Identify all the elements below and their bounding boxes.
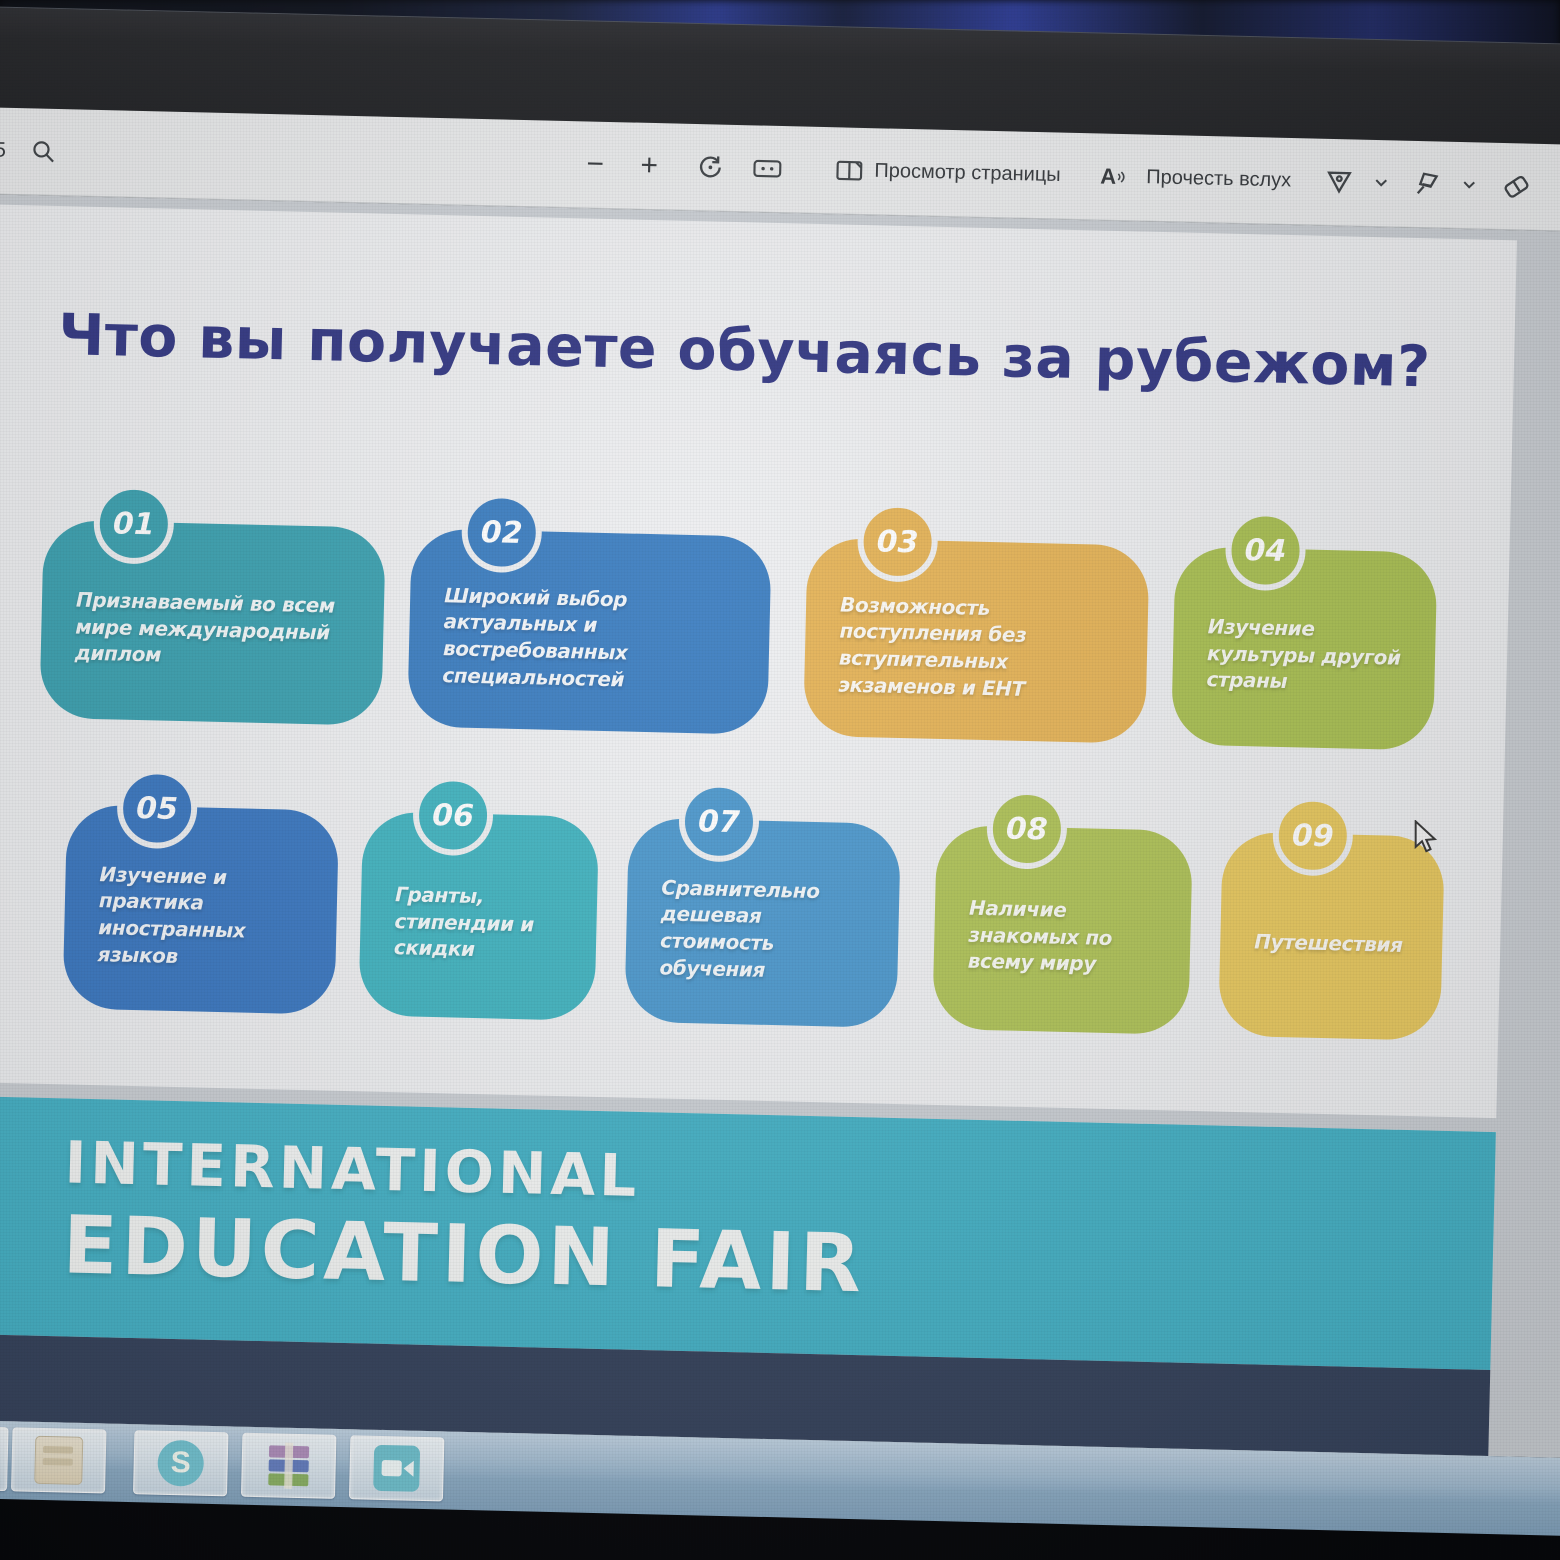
zoom-out-button[interactable]: − <box>586 149 604 179</box>
card-number-badge: 02 <box>461 492 543 574</box>
pdf-content-area: Что вы получаете обучаясь за рубежом? 01… <box>0 194 1560 1460</box>
taskbar-button-skype[interactable]: S <box>133 1430 228 1496</box>
card-text: Возможность поступления без вступительны… <box>804 577 1149 705</box>
rotate-icon[interactable] <box>696 153 725 182</box>
card-number-badge: 06 <box>412 775 494 857</box>
benefits-row-1: 01Признаваемый во всем мире международны… <box>0 478 1510 752</box>
card-text: Изучение культуры другой страны <box>1172 599 1436 699</box>
card-text: Путешествия <box>1220 913 1431 959</box>
highlighter-icon[interactable] <box>1412 169 1443 200</box>
card-number-badge: 05 <box>116 768 198 850</box>
card-number-badge: 04 <box>1225 510 1307 592</box>
page-view-icon[interactable] <box>834 157 865 184</box>
page-indicator[interactable]: 15 <box>0 138 6 163</box>
benefit-card-07: 07Сравнительно дешевая стоимость обучени… <box>624 818 901 1028</box>
card-text: Гранты, стипендии и скидки <box>360 866 598 965</box>
camera-icon <box>373 1445 420 1492</box>
card-number-badge: 09 <box>1272 795 1354 877</box>
benefit-card-08: 08Наличие знакомых по всему миру <box>932 825 1193 1035</box>
benefit-card-06: 06Гранты, стипендии и скидки <box>358 811 599 1021</box>
chevron-down-icon[interactable] <box>1462 180 1476 190</box>
taskbar-button-chrome[interactable] <box>0 1425 9 1491</box>
page-view-label[interactable]: Просмотр страницы <box>874 160 1061 187</box>
zoom-in-button[interactable]: + <box>640 151 658 181</box>
winrar-icon <box>265 1442 312 1489</box>
card-number-badge: 03 <box>857 501 939 583</box>
benefit-card-03: 03Возможность поступления без вступитель… <box>803 538 1150 744</box>
fit-to-width-icon[interactable] <box>752 155 783 182</box>
benefit-card-04: 04Изучение культуры другой страны <box>1171 546 1438 750</box>
card-text: Признаваемый во всем мире международный … <box>40 572 384 674</box>
toolbar-separator <box>810 155 812 185</box>
card-text: Наличие знакомых по всему миру <box>933 880 1191 980</box>
read-aloud-label[interactable]: Прочесть вслух <box>1146 166 1291 192</box>
file-manager-icon <box>34 1436 83 1485</box>
benefit-card-01: 01Признаваемый во всем мире международны… <box>39 520 386 726</box>
read-aloud-icon[interactable]: A <box>1100 164 1126 191</box>
photo-frame: 15 − + <box>0 0 1560 1560</box>
search-icon[interactable] <box>30 138 57 165</box>
benefits-row-2: 05Изучение и практика иностранных языков… <box>0 762 1504 1042</box>
event-banner: INTERNATIONAL EDUCATION FAIR <box>0 1096 1496 1370</box>
pdf-page-banner: INTERNATIONAL EDUCATION FAIR <box>0 1096 1496 1456</box>
eraser-icon[interactable] <box>1500 171 1533 202</box>
mouse-cursor <box>1412 820 1442 858</box>
benefit-card-05: 05Изучение и практика иностранных языков <box>62 804 339 1014</box>
card-number-badge: 08 <box>986 788 1068 870</box>
card-number-badge: 01 <box>93 483 175 565</box>
chevron-down-icon[interactable] <box>1374 178 1388 188</box>
benefit-card-09: 09Путешествия <box>1218 832 1445 1041</box>
taskbar-button-winrar[interactable] <box>241 1433 336 1499</box>
card-text: Широкий выбор актуальных и востребованны… <box>408 567 771 696</box>
toolbar-separator <box>1298 166 1300 196</box>
pdf-page-slide: Что вы получаете обучаясь за рубежом? 01… <box>0 204 1517 1118</box>
taskbar-button-file-manager[interactable] <box>11 1427 106 1493</box>
toolbar-separator <box>1076 161 1078 191</box>
draw-pen-icon[interactable] <box>1324 167 1355 198</box>
skype-icon: S <box>157 1440 204 1487</box>
card-text: Сравнительно дешевая стоимость обучения <box>625 859 900 986</box>
slide-title: Что вы получаете обучаясь за рубежом? <box>0 204 1517 403</box>
card-number-badge: 07 <box>678 781 760 863</box>
taskbar-button-camera[interactable] <box>349 1435 444 1501</box>
card-text: Изучение и практика иностранных языков <box>63 846 338 973</box>
benefit-card-02: 02Широкий выбор актуальных и востребован… <box>407 528 772 734</box>
screen: 15 − + <box>0 6 1560 1538</box>
